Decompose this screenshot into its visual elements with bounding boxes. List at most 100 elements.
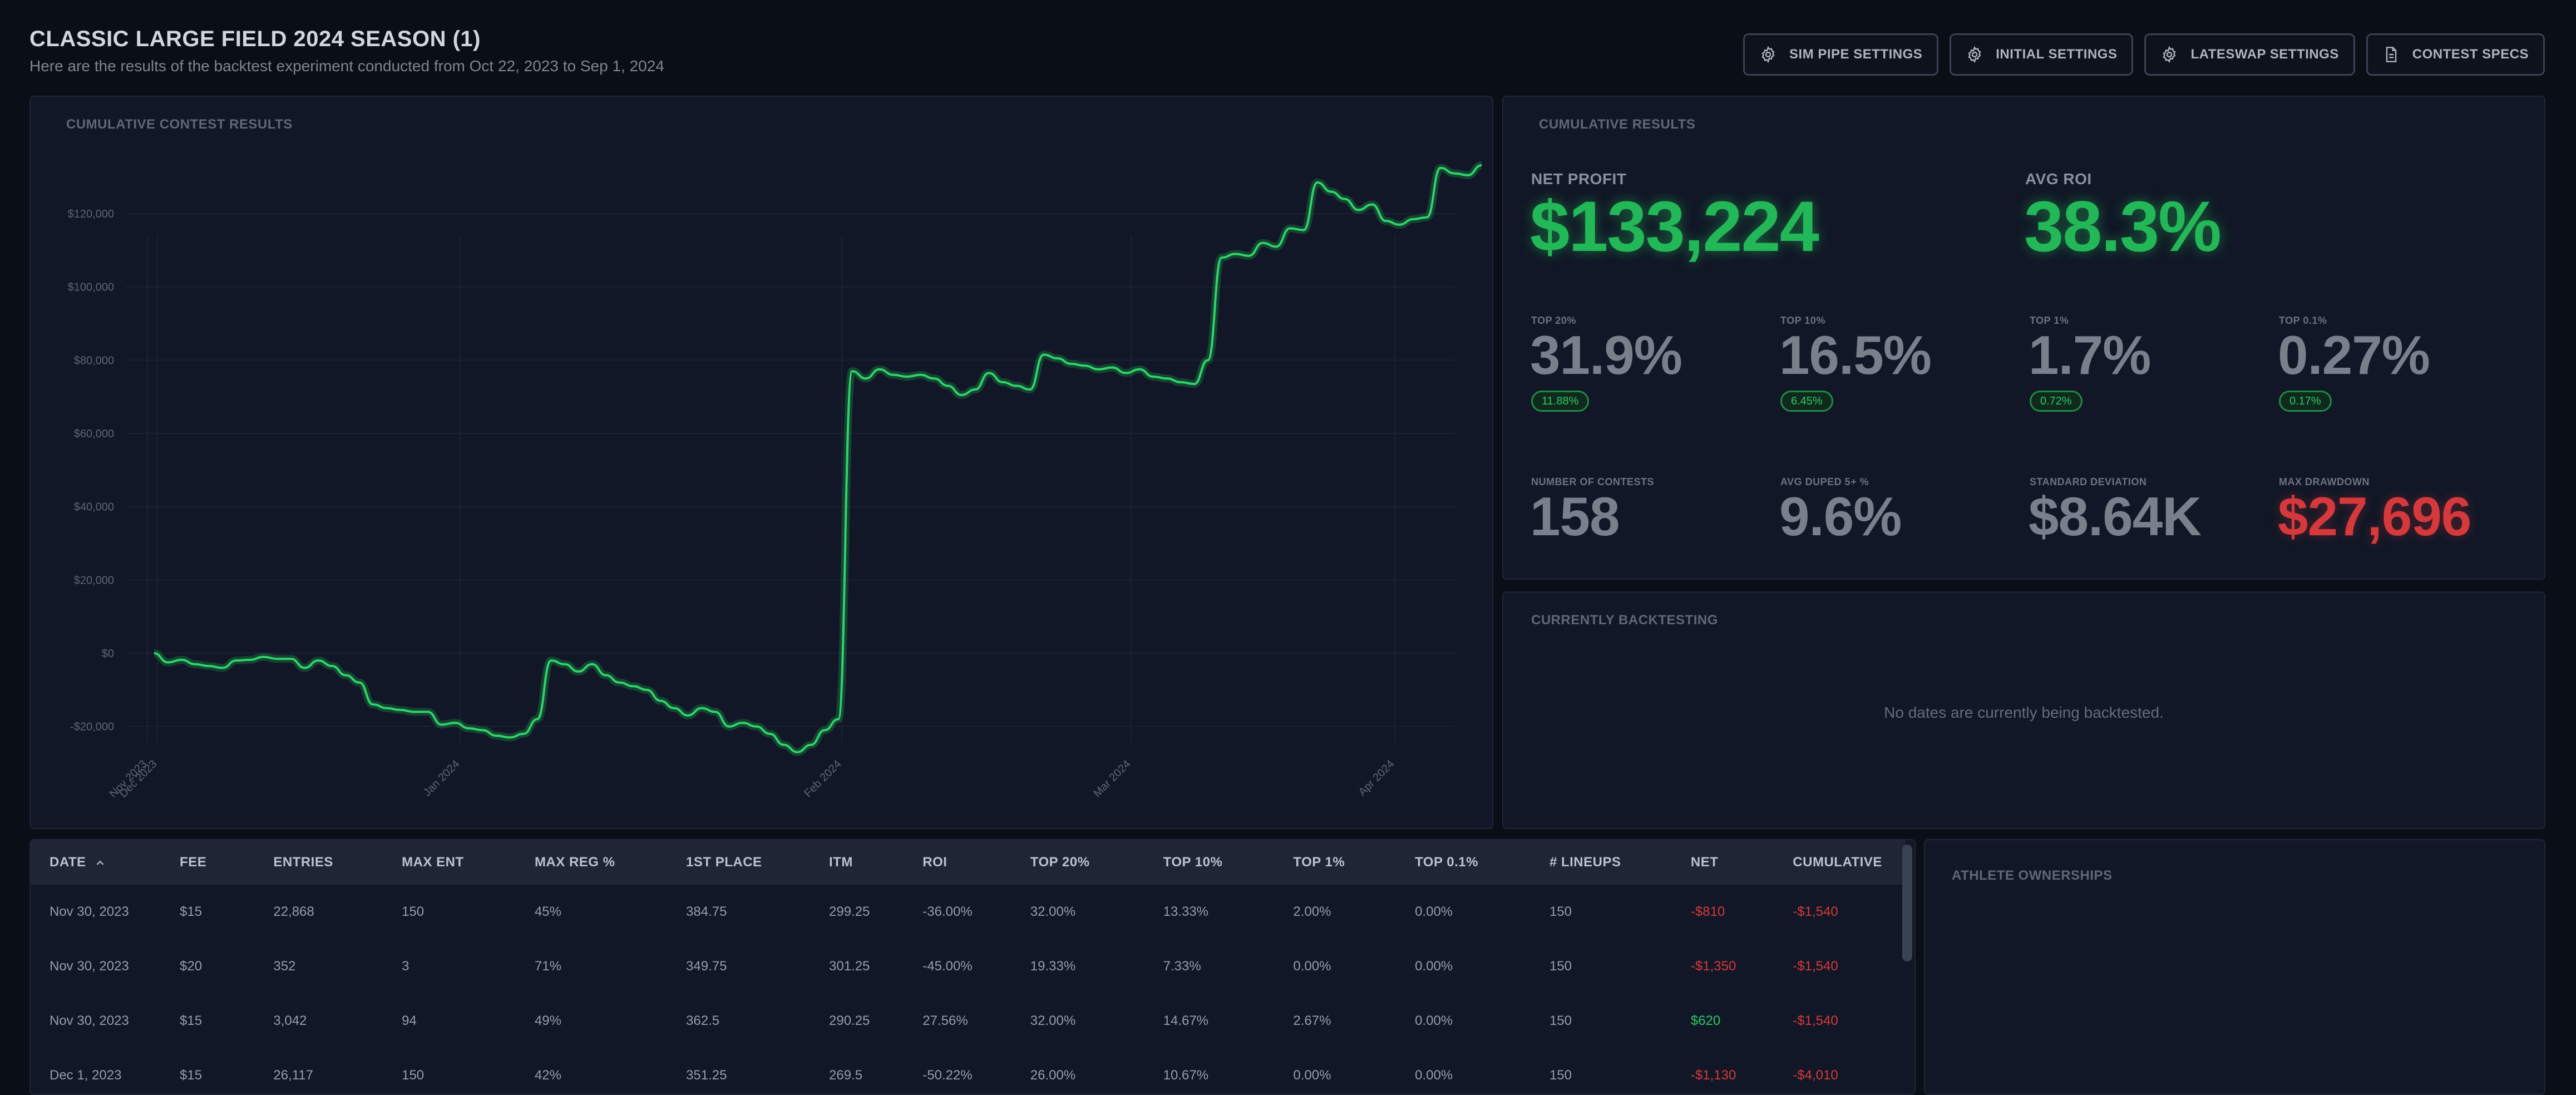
table-cell: Nov 30, 2023 [50, 959, 129, 974]
data-point [1057, 358, 1058, 359]
table-cell: 32.00% [1030, 1013, 1076, 1028]
column-header-label: TOP 1% [1293, 855, 1345, 870]
contest-results-table: DATE FEE ENTRIES MAX ENT MAX REG % 1ST PLACE I… [31, 840, 1906, 1094]
column-header-fee[interactable]: FEE [179, 840, 273, 885]
column-header-label: NET [1690, 855, 1719, 870]
table-cell: -$1,130 [1690, 1068, 1736, 1083]
column-header-roi[interactable]: ROI [922, 840, 1029, 885]
data-point [441, 724, 442, 725]
table-cell: 0.00% [1293, 959, 1331, 974]
column-header-label: ITM [829, 855, 853, 870]
column-header-entries[interactable]: ENTRIES [273, 840, 401, 885]
table-cell: 150 [1549, 904, 1572, 919]
table-cell: Dec 1, 2023 [50, 1068, 122, 1083]
table-cell: 362.5 [686, 1013, 720, 1028]
table-cell: 299.25 [829, 904, 870, 919]
page-title: CLASSIC LARGE FIELD 2024 SEASON (1) [29, 27, 481, 51]
table-scrollbar[interactable] [1902, 845, 1912, 961]
x-tick-label: Mar 2024 [1091, 758, 1133, 800]
table-cell: -45.00% [922, 959, 973, 974]
column-header-label: MAX ENT [402, 855, 464, 870]
table-cell: 32.00% [1030, 904, 1076, 919]
athlete-panel-title: ATHLETE OWNERSHIPS [1952, 868, 2113, 883]
column-header-label: TOP 0.1% [1415, 855, 1478, 870]
table-cell: 0.00% [1415, 959, 1453, 974]
table-cell: 27.56% [922, 1013, 968, 1028]
page-subtitle: Here are the results of the backtest exp… [29, 57, 664, 75]
column-header-lineups[interactable]: # LINEUPS [1549, 840, 1690, 885]
table-cell: 10.67% [1163, 1068, 1209, 1083]
gear-icon [1761, 46, 1775, 63]
table-row[interactable]: Nov 30, 2023 $15 22,868 150 45% 384.75 299.25 -… [31, 885, 1906, 939]
sim-pipe-settings-button[interactable]: SIM PIPE SETTINGS [1743, 33, 1939, 76]
column-header-1st-place[interactable]: 1ST PLACE [685, 840, 828, 885]
column-header-net[interactable]: NET [1690, 840, 1792, 885]
table-cell: 301.25 [829, 959, 870, 974]
table-cell: 26.00% [1030, 1068, 1076, 1083]
backtest-panel-title: CURRENTLY BACKTESTING [1531, 613, 1718, 628]
column-header-top-10[interactable]: TOP 10% [1163, 840, 1293, 885]
data-point [1276, 246, 1277, 247]
table-cell: 352 [273, 959, 296, 974]
y-tick-label: $0 [102, 648, 114, 660]
table-cell: 2.00% [1293, 904, 1331, 919]
table-cell: -$1,540 [1793, 1013, 1838, 1028]
contest-specs-button[interactable]: CONTEST SPECS [2366, 33, 2545, 76]
column-header-max-reg[interactable]: MAX REG % [534, 840, 685, 885]
column-header-itm[interactable]: ITM [828, 840, 922, 885]
column-header-top-20[interactable]: TOP 20% [1030, 840, 1163, 885]
currently-backtesting-panel: CURRENTLY BACKTESTING No dates are curre… [1502, 591, 2545, 829]
gear-icon [2163, 46, 2177, 63]
table-cell: 0.00% [1415, 1013, 1453, 1028]
table-row[interactable]: Dec 1, 2023 $15 26,117 150 42% 351.25 269.5 -50… [31, 1048, 1906, 1094]
table-cell: 351.25 [686, 1068, 727, 1083]
table-cell: -$1,350 [1690, 959, 1736, 974]
table-cell: -$1,540 [1793, 904, 1838, 919]
table-cell: 71% [534, 959, 561, 974]
data-point [578, 671, 579, 672]
data-point [154, 653, 155, 654]
table-cell: 150 [402, 904, 425, 919]
data-point [906, 376, 907, 377]
data-point [920, 374, 921, 376]
table-cell: 150 [1549, 959, 1572, 974]
column-header-label: CUMULATIVE [1793, 855, 1882, 870]
x-tick-label: Jan 2024 [421, 758, 462, 799]
table-cell: 0.00% [1293, 1068, 1331, 1083]
table-cell: 0.00% [1415, 1068, 1453, 1083]
data-point [961, 394, 962, 396]
cumulative-contest-results-panel: CUMULATIVE CONTEST RESULTS $120,000 $100,… [29, 96, 1493, 829]
column-header-label: MAX REG % [534, 855, 615, 870]
table-cell: $15 [180, 1013, 203, 1028]
data-point [1043, 354, 1044, 355]
cumulative-results-panel: CUMULATIVE RESULTS NET PROFIT $133,224 A… [1502, 96, 2545, 580]
backtest-empty-message: No dates are currently being backtested. [1884, 704, 2164, 721]
table-cell: 22,868 [273, 904, 314, 919]
lateswap-settings-button[interactable]: LATESWAP SETTINGS [2144, 33, 2355, 76]
table-row[interactable]: Nov 30, 2023 $20 352 3 71% 349.75 301.25 -45.00… [31, 939, 1906, 994]
table-cell: 45% [534, 904, 561, 919]
table-cell: 7.33% [1163, 959, 1201, 974]
column-header-label: TOP 20% [1030, 855, 1090, 870]
column-header-cumulative[interactable]: CUMULATIVE [1792, 840, 1906, 885]
sim-pipe-settings-label: SIM PIPE SETTINGS [1789, 47, 1923, 62]
gear-icon [1968, 46, 1981, 63]
table-cell: 2.67% [1293, 1013, 1331, 1028]
table-cell: -50.22% [922, 1068, 973, 1083]
table-cell: 384.75 [686, 904, 727, 919]
table-cell: -$4,010 [1793, 1068, 1838, 1083]
data-point [318, 660, 319, 661]
data-point [783, 744, 784, 746]
table-row[interactable]: Nov 30, 2023 $15 3,042 94 49% 362.5 290.25 27.5… [31, 994, 1906, 1048]
series-line-glow [153, 161, 1483, 756]
column-header-top-1[interactable]: TOP 1% [1292, 840, 1414, 885]
column-header-top-0-1[interactable]: TOP 0.1% [1414, 840, 1549, 885]
number-of-contests-value: 158 [1530, 486, 1620, 547]
column-header-date[interactable]: DATE [31, 840, 179, 885]
table-cell: $620 [1690, 1013, 1721, 1028]
initial-settings-button[interactable]: INITIAL SETTINGS [1950, 33, 2134, 76]
table-cell: $20 [180, 959, 203, 974]
athlete-ownerships-panel: ATHLETE OWNERSHIPS [1924, 839, 2545, 1095]
y-tick-label: $80,000 [74, 354, 114, 367]
column-header-max-ent[interactable]: MAX ENT [401, 840, 534, 885]
